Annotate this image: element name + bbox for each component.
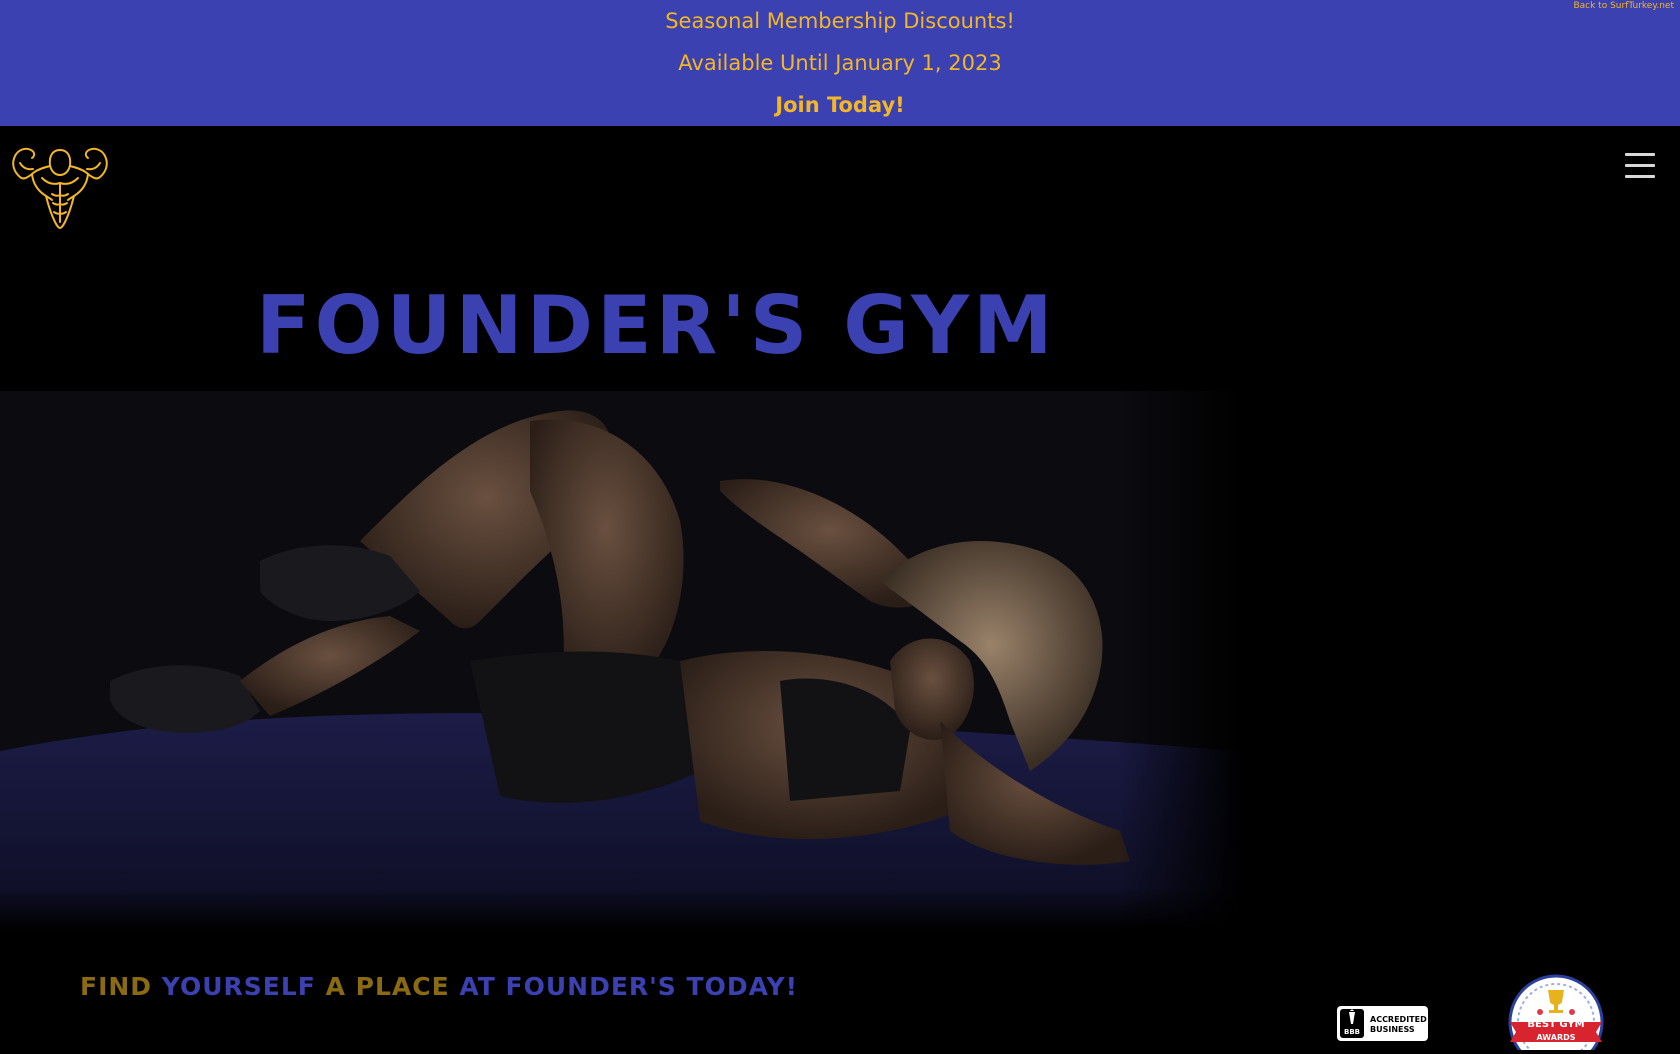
hamburger-menu-icon[interactable] — [1618, 150, 1662, 184]
bbb-label-line1: ACCREDITED — [1370, 1015, 1427, 1024]
back-to-surfturkey-link[interactable]: Back to SurfTurkey.net — [1573, 0, 1674, 12]
bbb-torch-icon: BBB — [1340, 1009, 1364, 1038]
tagline-part-a-place: A PLACE — [325, 972, 460, 1001]
menu-bar-top — [1625, 153, 1655, 156]
join-today-link-wrapper: Join Today! — [0, 92, 1680, 118]
promo-deadline-text: Available Until January 1, 2023 — [678, 51, 1002, 75]
flexing-bodybuilder-icon[interactable] — [8, 144, 112, 232]
menu-bar-bottom — [1625, 175, 1655, 178]
bbb-label-line2: BUSINESS — [1370, 1025, 1415, 1034]
bbb-label: ACCREDITED BUSINESS — [1370, 1015, 1427, 1035]
page-title: FOUNDER'S GYM — [256, 279, 1057, 372]
join-today-link[interactable]: Join Today! — [775, 93, 905, 117]
promo-discount-text: Seasonal Membership Discounts! — [665, 9, 1015, 33]
promo-banner: Seasonal Membership Discounts! Available… — [0, 0, 1680, 126]
bbb-mark-label: BBB — [1343, 1028, 1360, 1036]
award-label-line1: BEST GYM — [1527, 1019, 1585, 1030]
tagline: FIND YOURSELF A PLACE AT FOUNDER'S TODAY… — [80, 972, 798, 1002]
tagline-part-yourself: YOURSELF — [161, 972, 326, 1001]
menu-bar-middle — [1625, 164, 1655, 167]
tagline-part-at-founders: AT FOUNDER'S TODAY! — [459, 972, 799, 1001]
best-gym-award-badge[interactable]: BEST GYM AWARDS — [1504, 970, 1608, 1054]
bbb-accredited-badge[interactable]: BBB ACCREDITED BUSINESS — [1337, 1006, 1428, 1041]
award-label-line2: AWARDS — [1536, 1033, 1576, 1042]
tagline-part-find: FIND — [80, 972, 162, 1001]
hero-image — [0, 391, 1242, 931]
